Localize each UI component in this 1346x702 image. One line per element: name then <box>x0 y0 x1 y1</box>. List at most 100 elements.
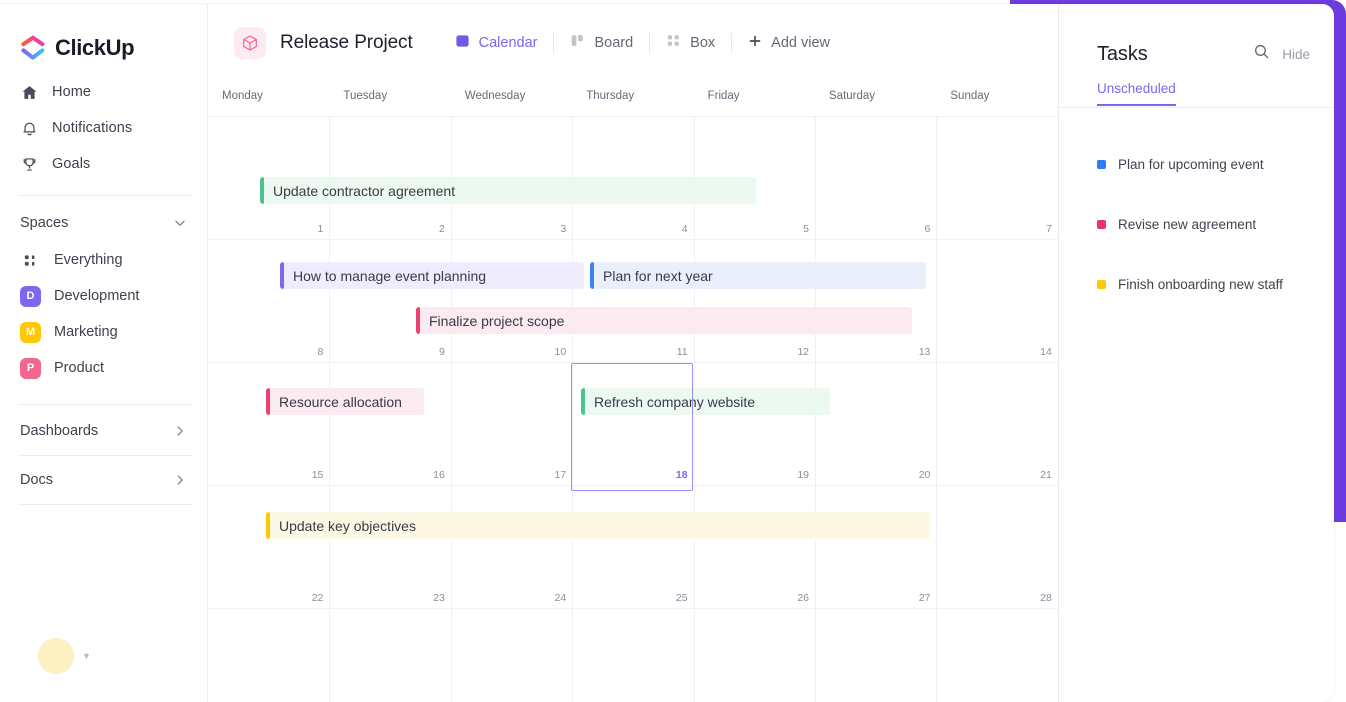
calendar-date-number[interactable]: 17 <box>526 469 567 481</box>
tab-unscheduled[interactable]: Unscheduled <box>1097 81 1176 106</box>
calendar-date-number[interactable]: 28 <box>1012 592 1052 604</box>
space-label: Product <box>54 360 104 376</box>
brand-logo[interactable]: ClickUp <box>0 4 207 66</box>
calendar-date-number[interactable]: 20 <box>890 469 931 481</box>
hide-panel-button[interactable]: Hide <box>1282 47 1310 62</box>
sidebar-divider <box>18 195 193 196</box>
caret-down-icon[interactable]: ▼ <box>82 651 91 661</box>
event-accent-bar <box>280 262 284 289</box>
space-label: Marketing <box>54 324 118 340</box>
calendar-view[interactable]: Monday Tuesday Wednesday Thursday Friday Satu… <box>208 82 1058 702</box>
task-label: Revise new agreement <box>1118 216 1257 232</box>
calendar-date-number[interactable]: 24 <box>526 592 567 604</box>
list-item[interactable]: Plan for upcoming event <box>1059 134 1334 194</box>
calendar-dayname: Sunday <box>950 90 990 102</box>
avatar[interactable] <box>38 638 74 674</box>
calendar-date-number[interactable]: 12 <box>769 346 809 358</box>
tab-label: Board <box>594 35 634 51</box>
calendar-dayname: Monday <box>222 90 263 102</box>
sidebar-divider <box>18 504 193 505</box>
calendar-date-number[interactable]: 13 <box>890 346 931 358</box>
sidebar-item-goals[interactable]: Goals <box>0 146 207 182</box>
tab-board[interactable]: Board <box>554 28 649 58</box>
calendar-dayname: Thursday <box>586 90 635 102</box>
calendar-date-number[interactable]: 19 <box>769 469 809 481</box>
chevron-right-icon[interactable] <box>173 473 187 487</box>
task-color-dot <box>1097 159 1106 169</box>
calendar-date-number[interactable]: 3 <box>526 223 566 235</box>
calendar-date-number[interactable]: 6 <box>890 223 931 235</box>
event-accent-bar <box>266 388 270 415</box>
calendar-date-number[interactable]: 5 <box>769 223 809 235</box>
event-accent-bar <box>260 177 264 204</box>
calendar-icon <box>455 33 470 53</box>
calendar-event[interactable]: Update contractor agreement <box>260 177 756 204</box>
calendar-dayname: Tuesday <box>343 90 388 102</box>
list-item[interactable]: Finish onboarding new staff <box>1059 254 1334 314</box>
task-label: Finish onboarding new staff <box>1118 276 1283 292</box>
tasks-panel-actions: Hide <box>1253 43 1310 65</box>
chevron-right-icon[interactable] <box>173 424 187 438</box>
sidebar-item-dashboards[interactable]: Dashboards <box>0 411 207 451</box>
calendar-date-number[interactable]: 7 <box>1012 223 1052 235</box>
tasks-panel-title: Tasks <box>1097 42 1148 65</box>
tab-box[interactable]: Box <box>650 28 731 58</box>
sidebar-item-marketing[interactable]: M Marketing <box>0 314 207 350</box>
calendar-event[interactable]: Finalize project scope <box>416 307 912 334</box>
sidebar-item-everything[interactable]: Everything <box>0 242 207 278</box>
brand-name: ClickUp <box>55 35 135 60</box>
plus-icon <box>748 34 762 53</box>
calendar-date-number[interactable]: 10 <box>526 346 567 358</box>
calendar-date-number[interactable]: 23 <box>405 592 445 604</box>
calendar-date-number[interactable]: 14 <box>1012 346 1052 358</box>
event-accent-bar <box>590 262 594 289</box>
sidebar-item-docs[interactable]: Docs <box>0 460 207 500</box>
calendar-dayname: Friday <box>707 90 740 102</box>
sidebar-item-notifications[interactable]: Notifications <box>0 110 207 146</box>
calendar-date-number[interactable]: 25 <box>648 592 688 604</box>
calendar-event[interactable]: Plan for next year <box>590 262 926 289</box>
sidebar-item-label: Goals <box>52 156 91 172</box>
chevron-down-icon[interactable] <box>173 216 187 230</box>
grid-row-line <box>208 362 1058 363</box>
tasks-panel-tabs: Unscheduled <box>1059 68 1334 108</box>
calendar-event[interactable]: How to manage event planning <box>280 262 584 289</box>
tab-calendar[interactable]: Calendar <box>439 28 554 58</box>
calendar-date-number[interactable]: 9 <box>405 346 445 358</box>
calendar-date-number[interactable]: 15 <box>283 469 324 481</box>
grid-row-line <box>208 485 1058 486</box>
calendar-date-number[interactable]: 21 <box>1012 469 1052 481</box>
calendar-date-number[interactable]: 26 <box>769 592 809 604</box>
calendar-date-number[interactable]: 11 <box>648 346 688 358</box>
grid-row-line <box>208 608 1058 609</box>
space-label: Development <box>54 288 140 304</box>
spaces-section-header[interactable]: Spaces <box>0 204 207 242</box>
sidebar-item-product[interactable]: P Product <box>0 350 207 386</box>
grid-column-line <box>936 116 938 702</box>
search-icon[interactable] <box>1253 43 1270 65</box>
view-toolbar: Release Project Calendar Board Box Add v… <box>208 4 1058 82</box>
grid-dots-icon <box>20 253 41 268</box>
calendar-date-number[interactable]: 18 <box>648 469 688 481</box>
sidebar-item-home[interactable]: Home <box>0 74 207 110</box>
calendar-event[interactable]: Refresh company website <box>581 388 830 415</box>
calendar-date-number[interactable]: 8 <box>283 346 324 358</box>
calendar-dayname: Wednesday <box>464 90 526 102</box>
event-title: Refresh company website <box>594 393 756 410</box>
calendar-date-number[interactable]: 4 <box>648 223 688 235</box>
calendar-event[interactable]: Update key objectives <box>266 512 930 539</box>
calendar-event[interactable]: Resource allocation <box>266 388 424 415</box>
sidebar-item-label: Docs <box>20 472 54 488</box>
calendar-date-number[interactable]: 16 <box>405 469 445 481</box>
add-view-button[interactable]: Add view <box>732 28 846 58</box>
calendar-date-number[interactable]: 2 <box>405 223 445 235</box>
calendar-date-number[interactable]: 22 <box>283 592 324 604</box>
calendar-date-number[interactable]: 1 <box>283 223 324 235</box>
list-item[interactable]: Revise new agreement <box>1059 194 1334 254</box>
sidebar-item-development[interactable]: D Development <box>0 278 207 314</box>
event-title: Finalize project scope <box>429 312 565 329</box>
calendar-day-headers: Monday Tuesday Wednesday Thursday Friday Satu… <box>208 82 1058 116</box>
sidebar: ClickUp Home Notifications Goals Spaces … <box>0 4 208 702</box>
calendar-date-number[interactable]: 27 <box>890 592 931 604</box>
user-menu[interactable]: ▼ <box>38 638 91 674</box>
